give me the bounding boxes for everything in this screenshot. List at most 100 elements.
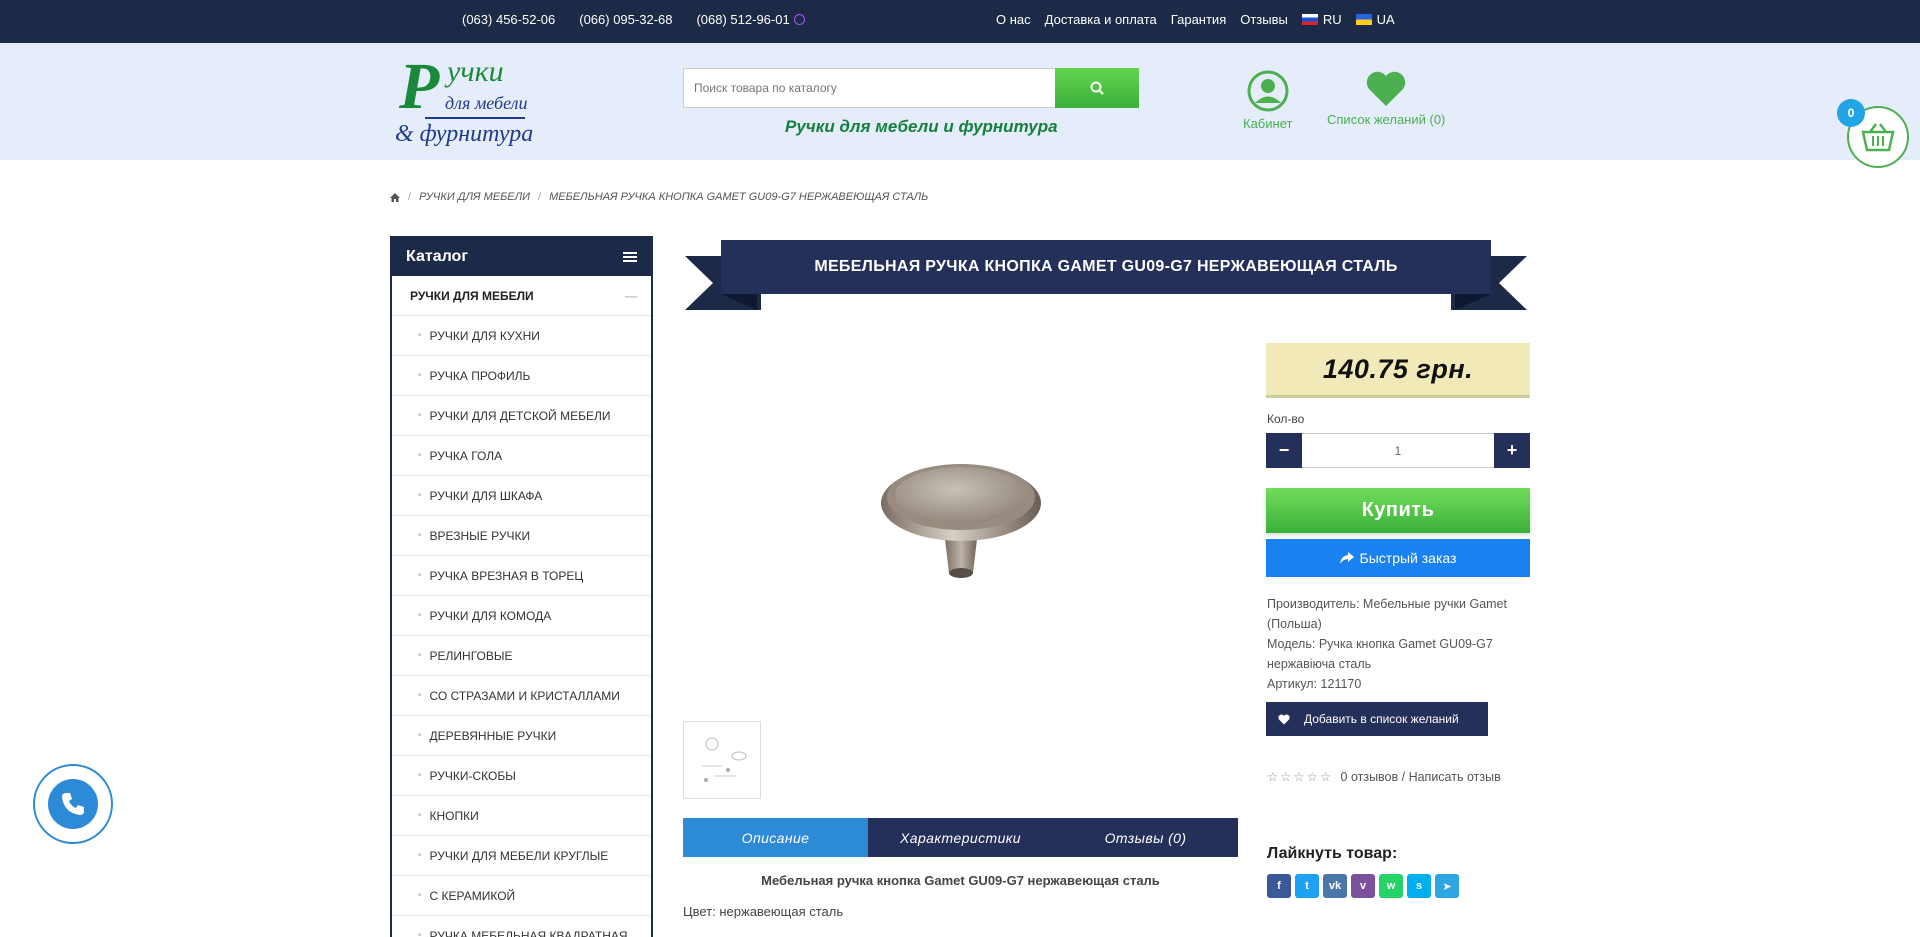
phone-link[interactable]: (066) 095-32-68 [579, 12, 672, 27]
bullet-icon: • [418, 850, 422, 861]
catalog-item[interactable]: • РУЧКА ГОЛА [392, 436, 651, 476]
catalog-item[interactable]: • РЕЛИНГОВЫЕ [392, 636, 651, 676]
search-button[interactable] [1055, 68, 1139, 108]
reviews-count-link[interactable]: 0 отзывов [1341, 770, 1399, 784]
description-title: Мебельная ручка кнопка Gamet GU09-G7 нер… [761, 873, 1160, 888]
rating-stars-icon: ☆☆☆☆☆ [1267, 770, 1334, 784]
wishlist-link[interactable]: Список желаний (0) [1327, 70, 1445, 127]
catalog-item[interactable]: • С КЕРАМИКОЙ [392, 876, 651, 916]
quantity-input[interactable]: 1 [1302, 433, 1494, 468]
search-input[interactable] [683, 68, 1055, 108]
catalog-item[interactable]: • РУЧКИ ДЛЯ КОМОДА [392, 596, 651, 636]
catalog-item-label: ДЕРЕВЯННЫЕ РУЧКИ [429, 728, 557, 743]
catalog-item[interactable]: • РУЧКИ ДЛЯ ШКАФА [392, 476, 651, 516]
catalog-item[interactable]: • РУЧКИ ДЛЯ КУХНИ [392, 316, 651, 356]
catalog-item[interactable]: • РУЧКИ-СКОБЫ [392, 756, 651, 796]
home-icon[interactable] [390, 192, 400, 202]
quick-order-button[interactable]: Быстрый заказ [1266, 539, 1530, 577]
product-thumbnail[interactable] [683, 721, 761, 799]
search-icon [1090, 81, 1104, 95]
nav-link-reviews[interactable]: Отзывы [1240, 12, 1288, 27]
nav-link-warranty[interactable]: Гарантия [1171, 12, 1226, 27]
viber-icon[interactable]: v [1351, 874, 1375, 898]
product-price: 140.75 грн. [1266, 343, 1530, 398]
top-nav: О нас Доставка и оплата Гарантия Отзывы … [996, 12, 1395, 27]
heart-icon [1278, 714, 1290, 724]
quantity-decrease-button[interactable]: − [1266, 433, 1302, 468]
bullet-icon: • [418, 450, 422, 461]
catalog-item-label: КНОПКИ [429, 808, 479, 823]
description-color: Цвет: нержавеющая сталь [683, 904, 844, 919]
callback-button[interactable] [33, 764, 113, 844]
catalog-item-label: СО СТРАЗАМИ И КРИСТАЛЛАМИ [429, 688, 620, 703]
user-icon [1247, 70, 1289, 112]
add-to-wishlist-button[interactable]: Добавить в список желаний [1266, 702, 1488, 736]
buy-button[interactable]: Купить [1266, 488, 1530, 533]
tab-reviews[interactable]: Отзывы (0) [1053, 818, 1238, 857]
whatsapp-icon[interactable]: w [1379, 874, 1403, 898]
catalog-item-label: РУЧКИ ДЛЯ ДЕТСКОЙ МЕБЕЛИ [429, 408, 611, 423]
site-slogan: Ручки для мебели и фурнитура [785, 117, 1058, 136]
breadcrumb-item[interactable]: РУЧКИ ДЛЯ МЕБЕЛИ [419, 191, 530, 203]
catalog-item[interactable]: • РУЧКИ ДЛЯ МЕБЕЛИ КРУГЛЫЕ [392, 836, 651, 876]
catalog-item-label: РУЧКА ВРЕЗНАЯ В ТОРЕЦ [429, 568, 584, 583]
catalog-header[interactable]: Каталог [392, 238, 651, 276]
catalog-item[interactable]: • СО СТРАЗАМИ И КРИСТАЛЛАМИ [392, 676, 651, 716]
breadcrumb: / РУЧКИ ДЛЯ МЕБЕЛИ / МЕБЕЛЬНАЯ РУЧКА КНО… [390, 191, 928, 203]
quantity-increase-button[interactable]: + [1494, 433, 1530, 468]
product-tabs: Описание Характеристики Отзывы (0) [683, 818, 1238, 857]
quantity-stepper: − 1 + [1266, 433, 1530, 468]
tab-description[interactable]: Описание [683, 818, 868, 857]
catalog-item[interactable]: • РУЧКИ ДЛЯ ДЕТСКОЙ МЕБЕЛИ [392, 396, 651, 436]
social-share: f t vk v w s ➤ [1267, 874, 1459, 898]
catalog-sidebar: Каталог РУЧКИ ДЛЯ МЕБЕЛИ — • РУЧКИ ДЛЯ КУ… [390, 236, 653, 937]
bullet-icon: • [418, 690, 422, 701]
flag-ru-icon [1301, 14, 1318, 25]
heart-icon [1366, 71, 1406, 106]
site-logo[interactable]: Р учки для мебели & фурнитура [395, 50, 535, 150]
catalog-item[interactable]: • КНОПКИ [392, 796, 651, 836]
top-bar: (063) 456-52-06 (066) 095-32-68 (068) 51… [0, 0, 1920, 43]
write-review-link[interactable]: Написать отзыв [1409, 770, 1501, 784]
product-title-banner: МЕБЕЛЬНАЯ РУЧКА КНОПКА GAMET GU09-G7 НЕР… [685, 240, 1527, 310]
phone-link[interactable]: (063) 456-52-06 [462, 12, 555, 27]
catalog-item-label: РУЧКИ ДЛЯ ШКАФА [429, 488, 543, 503]
telegram-icon[interactable]: ➤ [1435, 874, 1459, 898]
lang-ua[interactable]: UA [1355, 12, 1395, 27]
skype-icon[interactable]: s [1407, 874, 1431, 898]
menu-icon [623, 252, 637, 262]
phone-icon [62, 793, 84, 815]
nav-link-about[interactable]: О нас [996, 12, 1031, 27]
catalog-item-label: РЕЛИНГОВЫЕ [429, 648, 513, 663]
lang-ru[interactable]: RU [1301, 12, 1342, 27]
catalog-item-label: РУЧКА ГОЛА [429, 448, 503, 463]
catalog-item[interactable]: • РУЧКА ПРОФИЛЬ [392, 356, 651, 396]
manufacturer: Производитель: Мебельные ручки Gamet (По… [1267, 597, 1507, 631]
facebook-icon[interactable]: f [1267, 874, 1291, 898]
bullet-icon: • [418, 610, 422, 621]
catalog-item-label: РУЧКА МЕБЕЛЬНАЯ КВАДРАТНАЯ [429, 928, 628, 937]
bullet-icon: • [418, 530, 422, 541]
catalog-item[interactable]: • РУЧКА ВРЕЗНАЯ В ТОРЕЦ [392, 556, 651, 596]
catalog-item[interactable]: • ВРЕЗНЫЕ РУЧКИ [392, 516, 651, 556]
bullet-icon: • [418, 330, 422, 341]
tab-characteristics[interactable]: Характеристики [868, 818, 1053, 857]
vk-icon[interactable]: vk [1323, 874, 1347, 898]
thumbnail-image [702, 737, 747, 782]
quantity-label: Кол-во [1267, 412, 1305, 426]
bullet-icon: • [418, 650, 422, 661]
collapse-icon: — [625, 288, 637, 303]
twitter-icon[interactable]: t [1295, 874, 1319, 898]
catalog-item[interactable]: • ДЕРЕВЯННЫЕ РУЧКИ [392, 716, 651, 756]
cart-count-badge: 0 [1837, 99, 1865, 127]
cabinet-link[interactable]: Кабинет [1243, 70, 1292, 131]
catalog-item-label: РУЧКИ-СКОБЫ [429, 768, 516, 783]
nav-link-delivery[interactable]: Доставка и оплата [1045, 12, 1157, 27]
search-bar [683, 68, 1139, 108]
bullet-icon: • [418, 810, 422, 821]
phone-link[interactable]: (068) 512-96-01 [696, 12, 805, 27]
bullet-icon: • [418, 370, 422, 381]
catalog-item[interactable]: • РУЧКА МЕБЕЛЬНАЯ КВАДРАТНАЯ [392, 916, 651, 937]
catalog-category-main[interactable]: РУЧКИ ДЛЯ МЕБЕЛИ — [392, 276, 651, 316]
product-image[interactable] [683, 340, 1238, 700]
